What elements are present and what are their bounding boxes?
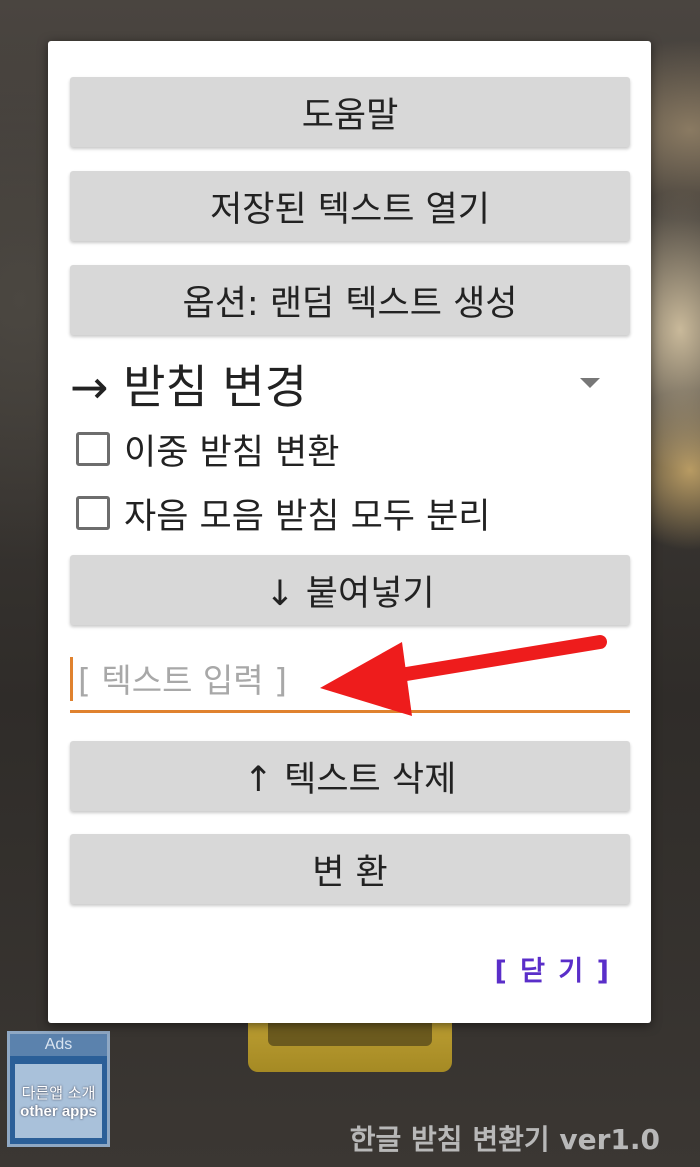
open-saved-text-button[interactable]: 저장된 텍스트 열기 bbox=[70, 171, 630, 241]
split-all-label: 자음 모음 받침 모두 분리 bbox=[124, 496, 491, 537]
checkbox-unchecked-icon bbox=[76, 496, 110, 530]
paste-button[interactable]: ↓ 붙여넣기 bbox=[70, 555, 630, 625]
menu-dialog: 도움말 저장된 텍스트 열기 옵션: 랜덤 텍스트 생성 → 받침 변경 이중 … bbox=[48, 41, 651, 1023]
ads-banner[interactable]: Ads 다른앱 소개 other apps bbox=[7, 1031, 110, 1147]
dropdown-caret-icon bbox=[580, 378, 600, 388]
help-button[interactable]: 도움말 bbox=[70, 77, 630, 147]
red-annotation-arrow-icon bbox=[320, 635, 607, 716]
app-version-title: 한글 받침 변환기 ver1.0 bbox=[349, 1123, 660, 1156]
double-batchim-label: 이중 받침 변환 bbox=[124, 432, 340, 473]
ads-tag: Ads bbox=[10, 1034, 107, 1056]
close-link[interactable]: [ 닫 기 ] bbox=[494, 949, 611, 988]
delete-text-button[interactable]: ↑ 텍스트 삭제 bbox=[70, 741, 630, 811]
ads-label-english: other apps bbox=[20, 1103, 97, 1120]
double-batchim-checkbox[interactable]: 이중 받침 변환 bbox=[76, 423, 339, 475]
random-text-option-button[interactable]: 옵션: 랜덤 텍스트 생성 bbox=[70, 265, 630, 335]
mode-spinner-label: → 받침 변경 bbox=[70, 360, 308, 414]
text-cursor bbox=[70, 657, 73, 701]
checkbox-unchecked-icon bbox=[76, 432, 110, 466]
convert-button[interactable]: 변 환 bbox=[70, 834, 630, 904]
split-all-checkbox[interactable]: 자음 모음 받침 모두 분리 bbox=[76, 487, 491, 539]
ads-label-korean: 다른앱 소개 bbox=[21, 1084, 96, 1102]
mode-spinner[interactable]: → 받침 변경 bbox=[70, 353, 630, 415]
